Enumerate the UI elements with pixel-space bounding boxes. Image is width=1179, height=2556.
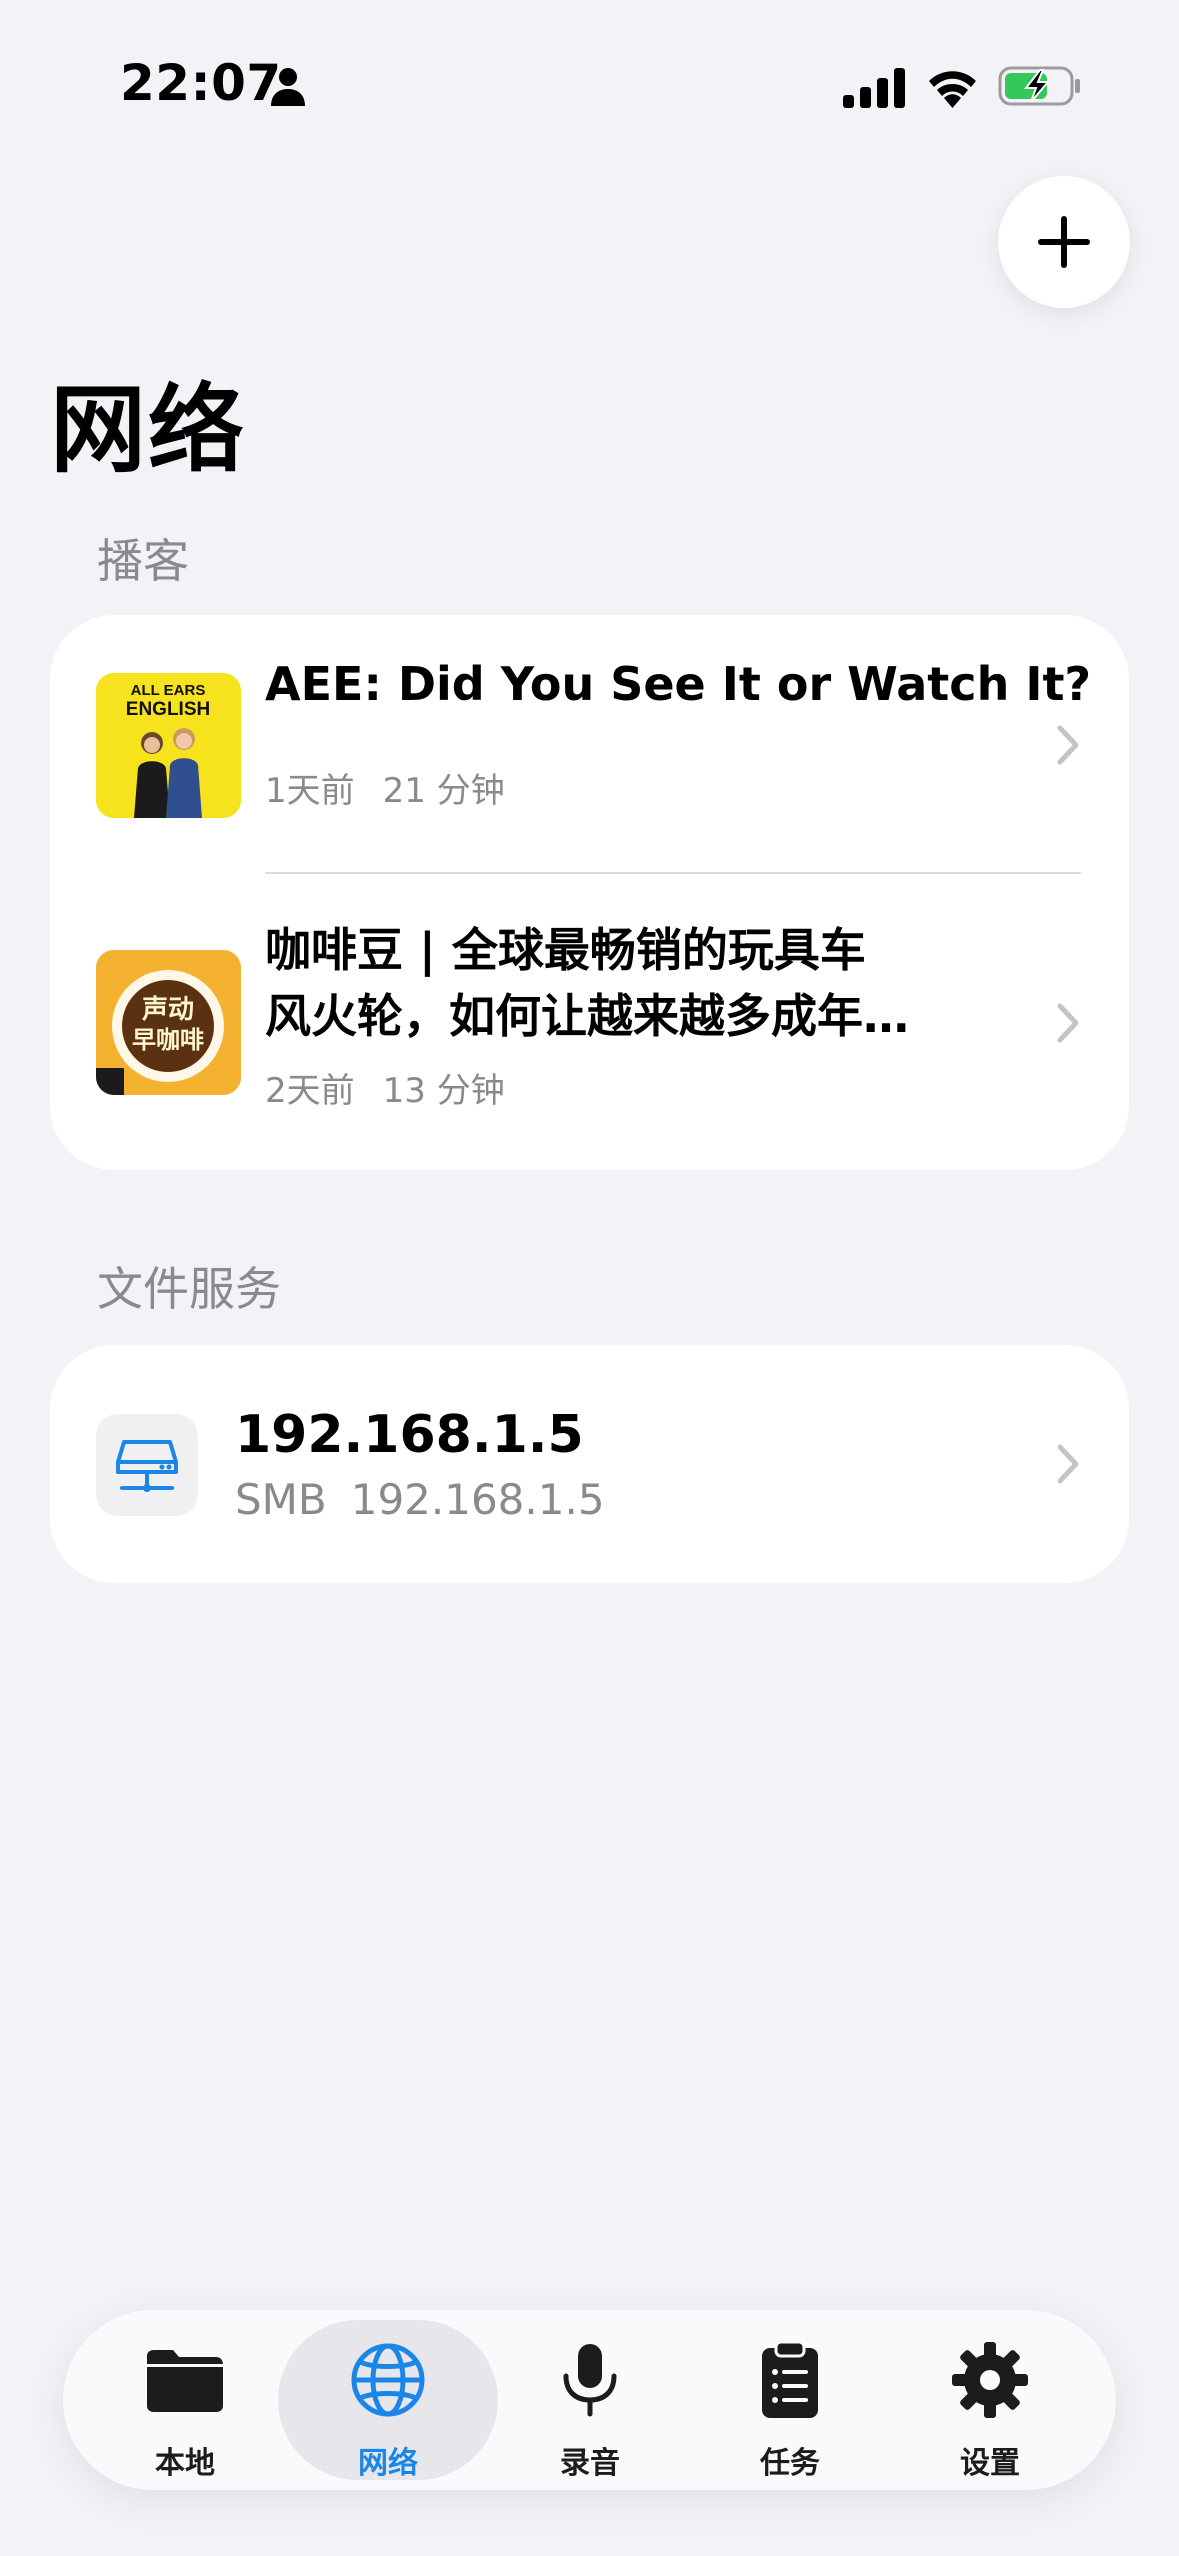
episode-age: 2天前 — [265, 1071, 355, 1111]
clipboard-icon — [762, 2340, 818, 2418]
status-bar: 22:07 — [0, 0, 1179, 150]
artwork-text-line2: 早咖啡 — [132, 1026, 204, 1054]
podcast-episode-row[interactable]: ALL EARS ENGLISH AEE: Did You See It or … — [50, 615, 1129, 873]
server-name: 192.168.1.5 — [235, 1405, 584, 1465]
chevron-right-icon — [1057, 1003, 1079, 1043]
wifi-icon — [929, 71, 976, 108]
tab-local[interactable]: 本地 — [95, 2310, 275, 2490]
tab-label: 网络 — [358, 2446, 418, 2481]
globe-icon — [351, 2343, 425, 2417]
artwork-text-line1: 声动 — [142, 995, 194, 1025]
chevron-right-icon — [1057, 1444, 1079, 1484]
episode-title-line2: 风火轮，如何让越来越多成年… — [265, 989, 909, 1043]
podcast-card: ALL EARS ENGLISH AEE: Did You See It or … — [50, 615, 1129, 1170]
podcast-episode-row[interactable]: 声动 早咖啡 咖啡豆 | 全球最畅销的玩具车 风火轮，如何让越来越多成年… 2天… — [50, 873, 1129, 1170]
tab-label: 本地 — [155, 2446, 215, 2481]
file-server-row[interactable]: 192.168.1.5 SMB 192.168.1.5 — [50, 1345, 1129, 1583]
artwork-text-line1: ALL EARS — [131, 682, 206, 699]
episode-meta: 1天前 21 分钟 — [265, 763, 505, 812]
tab-label: 录音 — [560, 2446, 620, 2481]
microphone-icon — [563, 2344, 617, 2417]
server-protocol: SMB — [235, 1475, 327, 1524]
server-meta: SMB 192.168.1.5 — [235, 1475, 605, 1524]
episode-title: AEE: Did You See It or Watch It? — [265, 657, 1092, 711]
tab-settings[interactable]: 设置 — [900, 2310, 1080, 2490]
tab-tasks[interactable]: 任务 — [700, 2310, 880, 2490]
episode-title: 咖啡豆 | 全球最畅销的玩具车 风火轮，如何让越来越多成年… — [265, 917, 909, 1049]
episode-duration: 13 分钟 — [382, 1071, 505, 1111]
status-time: 22:07 — [120, 54, 282, 112]
section-header-file-service: 文件服务 — [97, 1262, 281, 1316]
server-icon — [96, 1414, 198, 1516]
chevron-right-icon — [1057, 725, 1079, 765]
tab-label: 设置 — [960, 2446, 1020, 2481]
battery-charging-icon — [998, 66, 1080, 106]
tab-label: 任务 — [760, 2446, 820, 2481]
add-button[interactable] — [998, 176, 1130, 308]
podcast-artwork: ALL EARS ENGLISH — [96, 673, 241, 818]
gear-icon — [952, 2342, 1028, 2418]
episode-meta: 2天前 13 分钟 — [265, 1063, 505, 1112]
episode-age: 1天前 — [265, 771, 355, 811]
episode-duration: 21 分钟 — [382, 771, 505, 811]
person-icon — [271, 68, 305, 106]
tab-network[interactable]: 网络 — [278, 2320, 498, 2481]
plus-icon — [1038, 216, 1090, 268]
page-title: 网络 — [50, 374, 246, 486]
server-address: 192.168.1.5 — [350, 1475, 605, 1524]
episode-title-line1: 咖啡豆 | 全球最畅销的玩具车 — [265, 923, 866, 977]
tab-bar: 本地 网络 录音 任务 设置 — [63, 2310, 1116, 2490]
folder-icon — [147, 2350, 223, 2412]
cellular-signal-icon — [843, 68, 905, 108]
file-service-card: 192.168.1.5 SMB 192.168.1.5 — [50, 1345, 1129, 1583]
artwork-text-line2: ENGLISH — [126, 699, 210, 720]
section-header-podcast: 播客 — [97, 534, 189, 588]
podcast-artwork: 声动 早咖啡 — [96, 950, 241, 1095]
tab-record[interactable]: 录音 — [500, 2310, 680, 2490]
